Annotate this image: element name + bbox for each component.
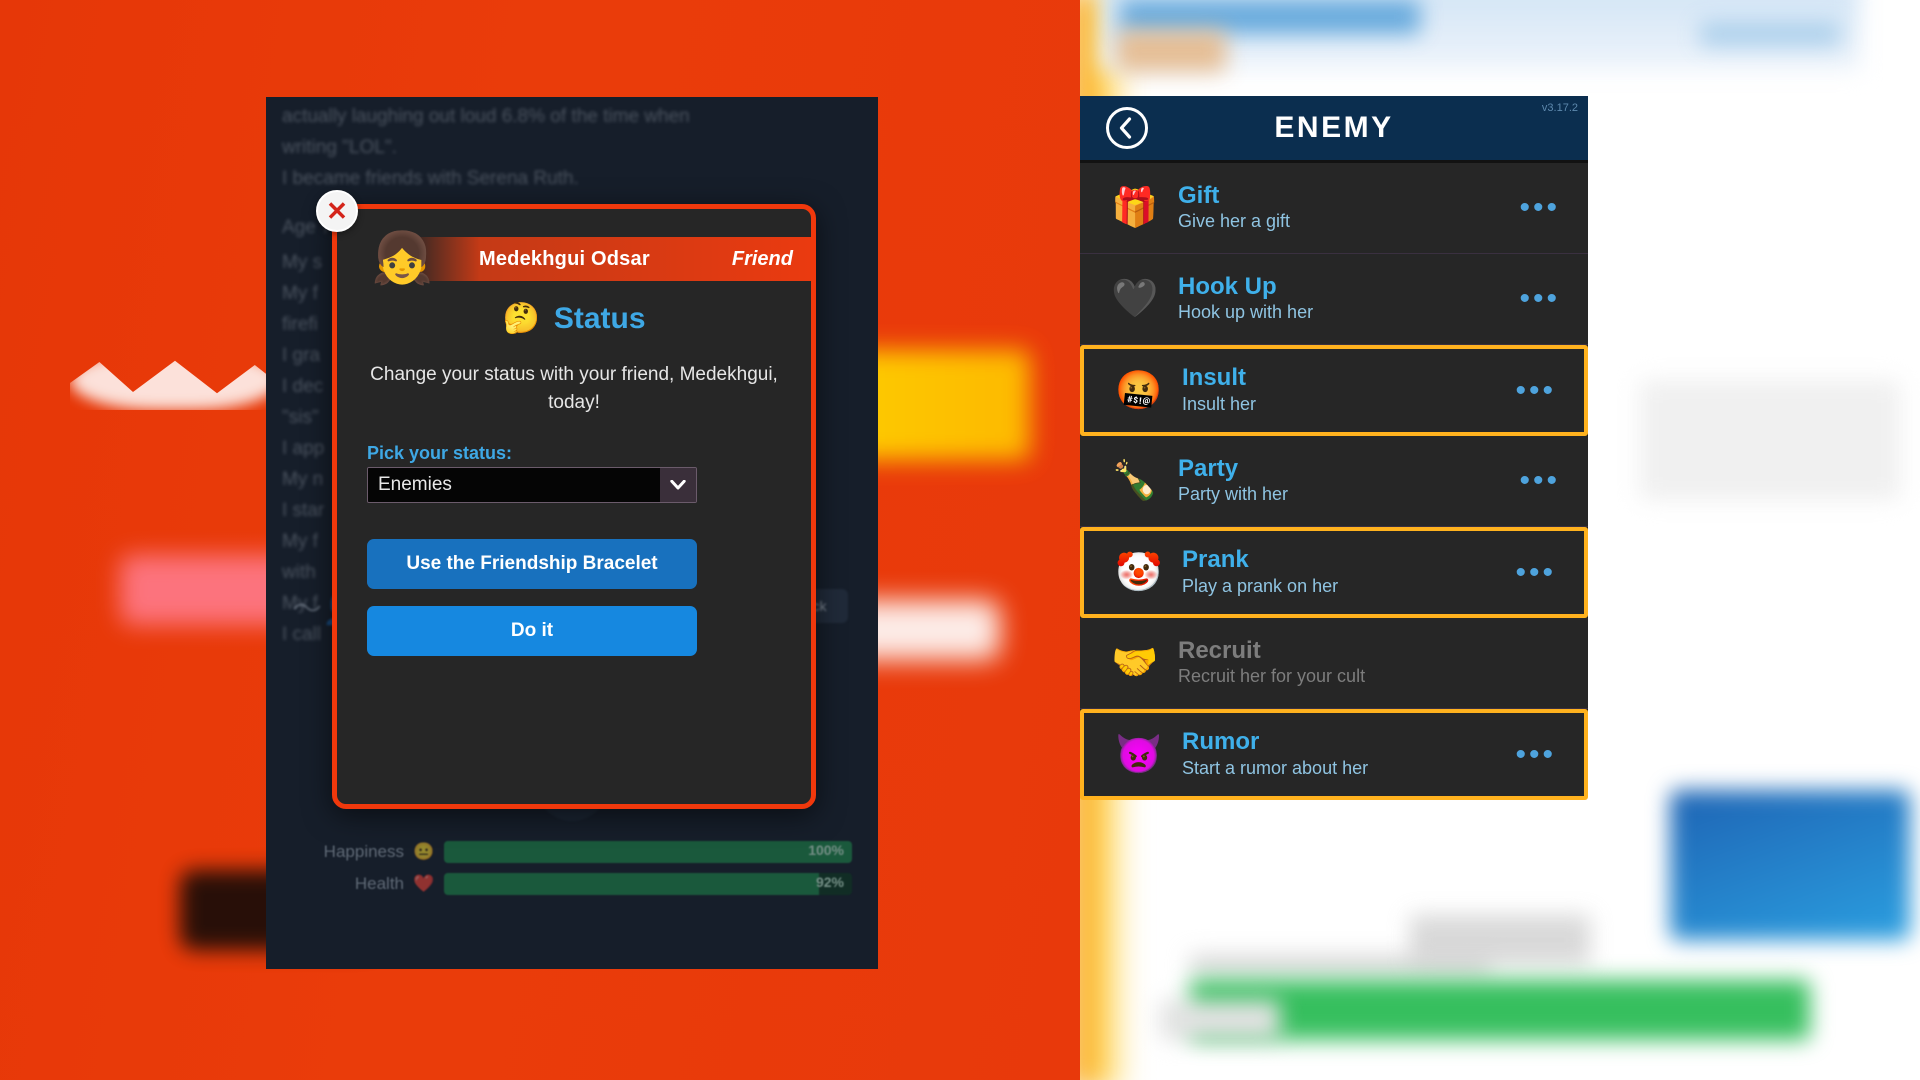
stat-happiness: Happiness 😐 100% [292, 839, 852, 865]
decor-blue-card [1670, 790, 1910, 940]
decor-top-button [1700, 22, 1840, 46]
health-emoji-icon: ❤️ [413, 874, 435, 893]
more-options-icon[interactable]: ••• [1515, 375, 1584, 406]
version-label: v3.17.2 [1541, 102, 1578, 114]
smiling-imp-icon: 👿 [1115, 733, 1163, 776]
list-item[interactable]: 🤡 Prank Play a prank on her ••• [1080, 527, 1588, 618]
more-options-icon: ••• [1519, 648, 1588, 678]
decor-faces [1116, 30, 1226, 72]
list-item-title: Party [1178, 454, 1239, 482]
list-item-text: Party Party with her [1166, 455, 1519, 508]
person-relationship: Friend [731, 247, 793, 270]
use-friendship-bracelet-button[interactable]: Use the Friendship Bracelet [367, 539, 697, 589]
list-item-subtitle: Insult her [1182, 393, 1257, 414]
screenshot-root: actually laughing out loud 6.8% of the t… [0, 0, 1920, 1080]
stat-health-label: Health [354, 874, 404, 893]
gift-icon: 🎁 [1111, 187, 1159, 229]
list-item-title: Insult [1182, 364, 1246, 392]
do-it-button[interactable]: Do it [367, 606, 697, 656]
status-title: Status [553, 301, 646, 335]
avatar: 👧 [371, 230, 434, 286]
close-icon[interactable]: ✕ [316, 190, 358, 232]
decor-wave [70, 360, 280, 410]
page-title: ENEMY [1274, 111, 1394, 144]
list-item[interactable]: 🍾 Party Party with her ••• [1080, 436, 1588, 527]
enemy-header: ENEMY v3.17.2 [1080, 96, 1588, 160]
list-item[interactable]: 🖤 Hook Up Hook up with her ••• [1080, 254, 1588, 345]
happiness-emoji-icon: 😐 [413, 842, 435, 861]
list-item-text: Hook Up Hook up with her [1166, 273, 1519, 326]
list-item-text: Rumor Start a rumor about her [1170, 728, 1515, 781]
list-item-text: Insult Insult her [1170, 364, 1515, 417]
list-item-subtitle: Play a prank on her [1182, 575, 1339, 596]
decor-chevrons [1410, 915, 1590, 965]
more-options-icon[interactable]: ••• [1519, 193, 1588, 223]
list-item: 🤝RecruitRecruit her for your cult••• [1080, 618, 1588, 709]
more-options-icon[interactable]: ••• [1515, 557, 1584, 588]
stat-happiness-value: 100% [808, 842, 844, 858]
left-background: actually laughing out loud 6.8% of the t… [0, 0, 1080, 1080]
more-options-icon[interactable]: ••• [1519, 284, 1588, 314]
list-item[interactable]: 🤬 Insult Insult her ••• [1080, 345, 1588, 436]
list-item-subtitle: Party with her [1178, 484, 1289, 505]
person-banner: Medekhgui Odsar Friend [407, 237, 811, 281]
pick-status-label: Pick your status: [367, 443, 513, 463]
list-item-title: Gift [1178, 181, 1220, 209]
decor-side-card [1640, 380, 1900, 500]
list-item-text: Prank Play a prank on her [1170, 546, 1515, 599]
status-description: Change your status with your friend, Med… [370, 364, 778, 413]
thinking-face-icon: 🤔 [502, 302, 540, 335]
list-item-title: Recruit [1178, 636, 1261, 664]
champagne-icon: 🍾 [1111, 460, 1159, 502]
list-item-title: Prank [1182, 546, 1249, 574]
person-name: Medekhgui Odsar [479, 247, 650, 270]
status-select[interactable]: Enemies [367, 467, 697, 503]
cursing-face-icon: 🤬 [1115, 369, 1163, 412]
handshake-icon: 🤝 [1111, 642, 1159, 684]
stat-health-value: 92% [815, 874, 844, 890]
status-select-value[interactable]: Enemies [368, 468, 660, 502]
chevron-left-icon[interactable] [1106, 107, 1148, 149]
list-item-title: Rumor [1182, 728, 1260, 756]
list-item-subtitle: Recruit her for your cult [1178, 666, 1366, 687]
list-item-subtitle: Give her a gift [1178, 211, 1291, 232]
more-options-icon[interactable]: ••• [1515, 739, 1584, 770]
stat-health: Health ❤️ 92% [292, 871, 852, 897]
status-modal: Medekhgui Odsar Friend 👧 🤔 Status Change… [332, 204, 816, 809]
game-story-text: actually laughing out loud 6.8% of the t… [282, 106, 690, 189]
more-options-icon[interactable]: ••• [1519, 466, 1588, 496]
clown-face-icon: 🤡 [1115, 551, 1163, 594]
status-heading: 🤔 Status [337, 301, 811, 336]
list-item[interactable]: 🎁 Gift Give her a gift ••• [1080, 163, 1588, 254]
enemy-panel: ENEMY v3.17.2 🎁 Gift Give her a gift ••• 🖤 Ho… [1080, 96, 1588, 800]
enemy-action-list: 🎁 Gift Give her a gift ••• 🖤 Hook Up Hook up w… [1080, 163, 1588, 800]
list-item-text: Recruit Recruit her for your cult [1166, 637, 1519, 690]
chevron-down-icon[interactable] [660, 468, 696, 502]
list-item-text: Gift Give her a gift [1166, 182, 1519, 235]
stat-happiness-label: Happiness [323, 842, 404, 861]
decor-green-bar [1190, 980, 1810, 1040]
black-heart-icon: 🖤 [1111, 278, 1159, 320]
list-item-subtitle: Hook up with her [1178, 302, 1314, 323]
list-item[interactable]: 👿 Rumor Start a rumor about her ••• [1080, 709, 1588, 800]
list-item-subtitle: Start a rumor about her [1182, 757, 1369, 778]
decor-top-banner [1120, 0, 1420, 34]
list-item-title: Hook Up [1178, 272, 1277, 300]
decor-bottom-left [1160, 1000, 1280, 1040]
